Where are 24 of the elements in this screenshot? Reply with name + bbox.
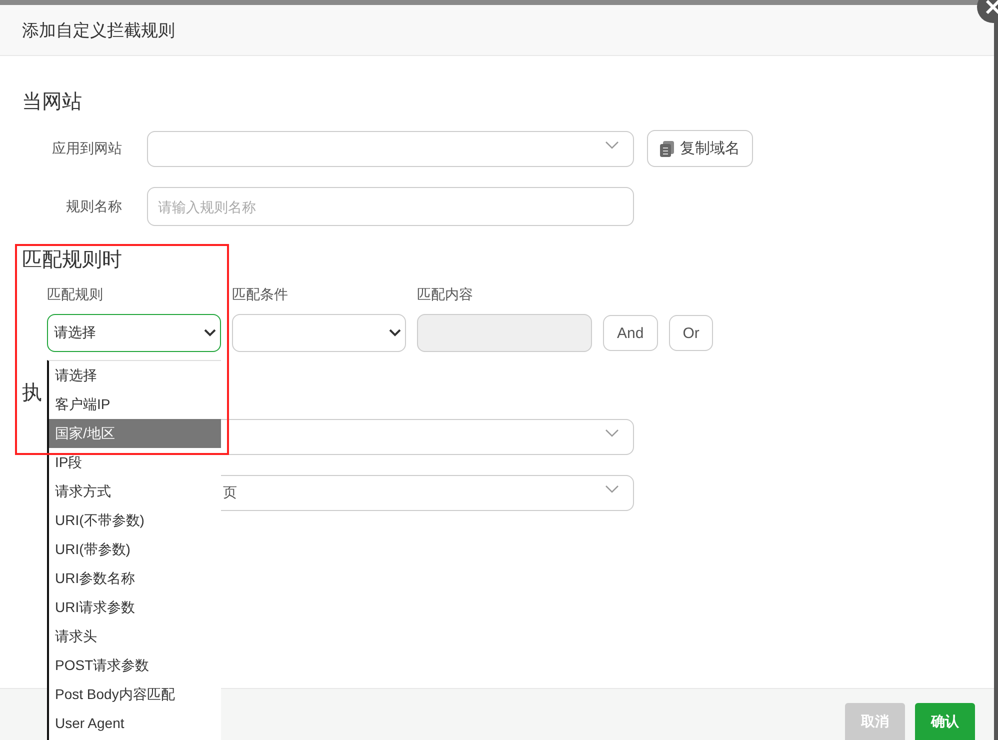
logic-button[interactable]: Or <box>668 315 714 351</box>
copy-domain-button[interactable]: 复制域名 <box>647 130 753 167</box>
column-label: 匹配条件 <box>232 286 289 304</box>
dropdown-option[interactable]: 国家/地区 <box>49 419 221 448</box>
chevron-down-icon <box>605 428 619 438</box>
rule-name-field[interactable]: 请输入规则名称 <box>147 187 634 226</box>
column-label: 匹配内容 <box>417 286 474 304</box>
field-label: 应用到网站 <box>51 140 122 158</box>
column-label: 匹配规则 <box>47 286 104 304</box>
chevron-down-icon <box>204 329 216 337</box>
chevron-down-icon <box>605 484 619 494</box>
section-heading: 执 <box>22 381 42 406</box>
site-select[interactable] <box>147 130 634 166</box>
copy-icon <box>660 140 674 156</box>
section-heading: 当网站 <box>22 90 82 115</box>
dialog-title: 添加自定义拦截规则 <box>22 20 175 42</box>
chevron-down-icon <box>389 329 401 337</box>
chevron-down-icon <box>605 140 619 150</box>
match-rule-select[interactable]: 请选择 <box>47 314 221 352</box>
section-heading: 匹配规则时 <box>22 248 122 273</box>
select-value: 页 <box>222 484 237 502</box>
field-label: 规则名称 <box>65 198 122 216</box>
logic-button[interactable]: And <box>603 315 658 351</box>
match-condition-select[interactable] <box>232 314 406 352</box>
